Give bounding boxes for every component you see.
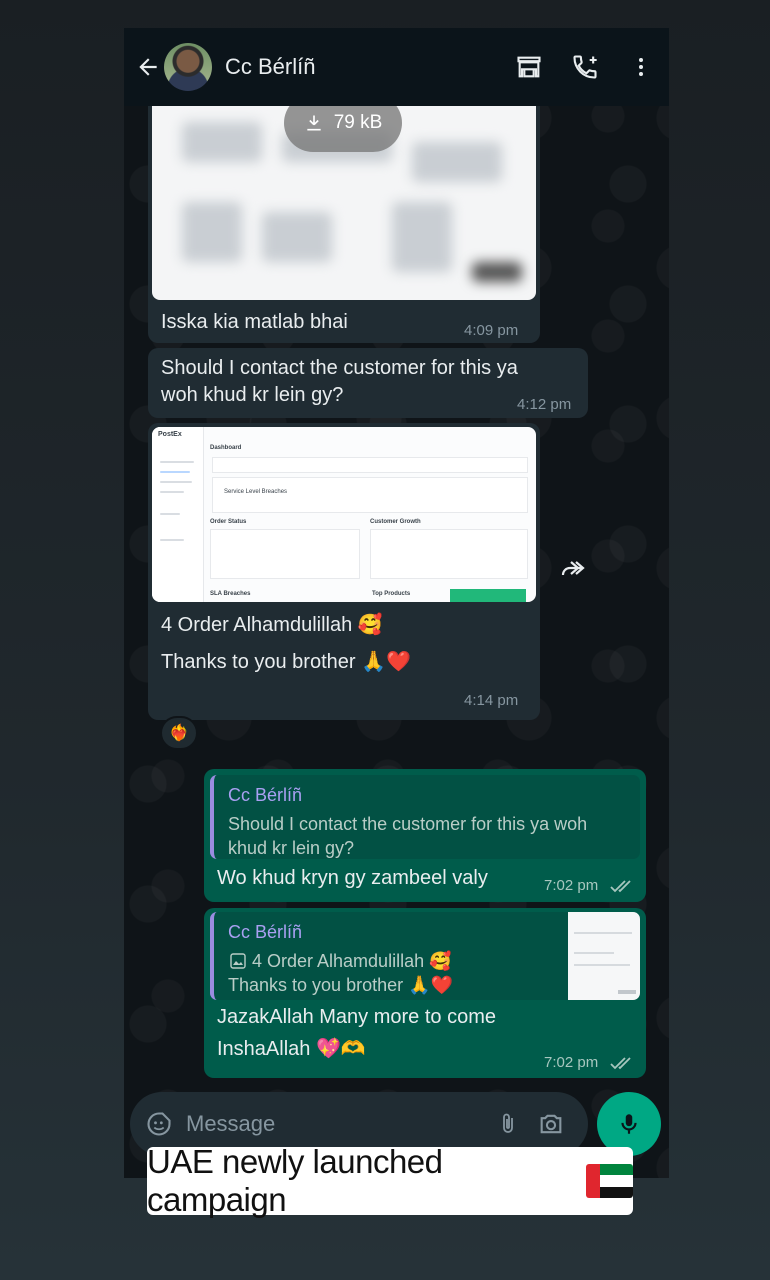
message-text: Isska kia matlab bhai xyxy=(161,311,348,333)
message-text-line-2: woh khud kr lein gy? xyxy=(161,384,344,406)
read-receipt-icon xyxy=(610,1057,631,1070)
contact-name[interactable]: Cc Bérlíñ xyxy=(225,54,501,80)
quoted-message[interactable]: Cc Bérlíñ Should I contact the customer … xyxy=(210,775,640,859)
more-vertical-icon[interactable] xyxy=(613,47,669,87)
microphone-icon xyxy=(621,1114,637,1134)
incoming-message-text[interactable]: Should I contact the customer for this y… xyxy=(148,348,588,418)
message-time: 4:12 pm xyxy=(517,396,572,413)
quoted-image-thumbnail xyxy=(568,912,640,1000)
message-time: 7:02 pm xyxy=(544,1054,599,1071)
message-time: 7:02 pm xyxy=(544,877,599,894)
uae-flag-icon xyxy=(586,1164,633,1198)
quoted-sender: Cc Bérlíñ xyxy=(228,785,303,805)
add-call-icon[interactable] xyxy=(557,47,613,87)
camera-icon[interactable] xyxy=(526,1106,576,1142)
outgoing-reply-message[interactable]: Cc Bérlíñ 4 Order Alhamdulillah 🥰 Thanks… xyxy=(204,908,646,1078)
incoming-message-image[interactable]: 79 kB Isska kia matlab bhai 4:09 pm xyxy=(148,88,540,343)
download-size: 79 kB xyxy=(333,112,383,133)
quoted-text-line-1: 4 Order Alhamdulillah 🥰 xyxy=(252,951,452,971)
message-text-line-2: Thanks to you brother 🙏❤️ xyxy=(161,651,411,673)
attach-icon[interactable] xyxy=(490,1106,526,1142)
message-text-line-2: InshaAllah 💖🫶 xyxy=(217,1038,366,1060)
dashboard-top-products: Top Products xyxy=(372,591,411,597)
message-text: Wo khud kryn gy zambeel valy xyxy=(217,867,488,889)
dashboard-page-title: Dashboard xyxy=(210,445,242,451)
incoming-message-dashboard[interactable]: PostEx Dashboard Service Level Breaches … xyxy=(148,423,540,720)
dashboard-card-label: Service Level Breaches xyxy=(224,489,288,495)
download-icon xyxy=(307,115,321,131)
message-text-line-1: JazakAllah Many more to come xyxy=(217,1006,497,1028)
phone-screen: Cc Bérlíñ 79 kB Isska kia matlab bhai 4:… xyxy=(124,28,669,1178)
sticker-icon[interactable] xyxy=(144,1109,174,1139)
back-arrow-icon[interactable] xyxy=(134,53,162,81)
message-time: 4:14 pm xyxy=(464,692,519,709)
blurred-image-attachment[interactable]: 79 kB xyxy=(152,92,536,300)
dashboard-brand: PostEx xyxy=(158,431,182,438)
quoted-message[interactable]: Cc Bérlíñ 4 Order Alhamdulillah 🥰 Thanks… xyxy=(210,912,640,1000)
outgoing-reply-message[interactable]: Cc Bérlíñ Should I contact the customer … xyxy=(204,769,646,902)
message-input[interactable]: Message xyxy=(186,1111,490,1137)
quoted-text-line-2: Thanks to you brother 🙏❤️ xyxy=(228,975,453,995)
message-text-line-1: 4 Order Alhamdulillah 🥰 xyxy=(161,614,383,636)
dashboard-screenshot[interactable]: PostEx Dashboard Service Level Breaches … xyxy=(152,427,536,602)
dashboard-order-status: Order Status xyxy=(210,519,247,525)
avatar[interactable] xyxy=(164,43,212,91)
quoted-text-line-2: khud kr lein gy? xyxy=(228,838,355,858)
dashboard-customer-growth: Customer Growth xyxy=(370,519,421,525)
quoted-text-line-1: Should I contact the customer for this y… xyxy=(228,814,588,834)
caption-text: UAE newly launched campaign xyxy=(147,1143,443,1218)
chat-header: Cc Bérlíñ xyxy=(124,28,669,106)
story-caption: UAE newly launched campaign xyxy=(147,1143,633,1218)
message-time: 4:09 pm xyxy=(464,322,519,339)
message-text-line-1: Should I contact the customer for this y… xyxy=(161,357,518,379)
image-icon xyxy=(230,953,246,969)
dashboard-sidebar: PostEx xyxy=(152,427,204,602)
dashboard-sla-breaches: SLA Breaches xyxy=(210,591,251,597)
read-receipt-icon xyxy=(610,880,631,893)
reaction-badge[interactable]: ❤️‍🔥 xyxy=(160,716,198,750)
shop-icon[interactable] xyxy=(501,47,557,87)
quoted-sender: Cc Bérlíñ xyxy=(228,922,303,942)
forward-icon[interactable] xyxy=(556,554,590,584)
